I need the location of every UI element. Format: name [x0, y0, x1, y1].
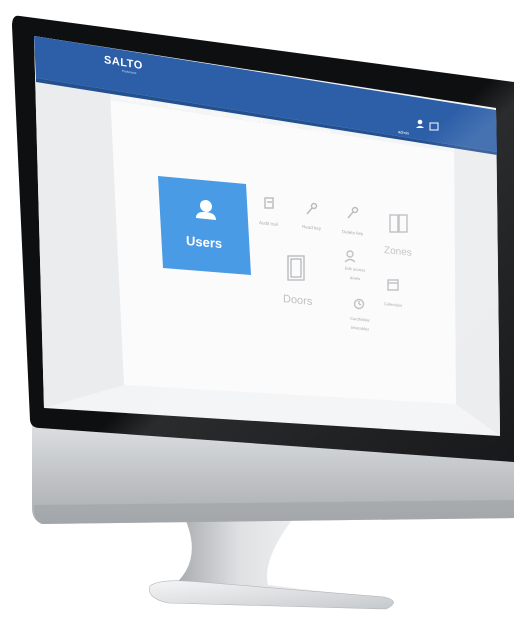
- imac-monitor-photo: [12, 14, 514, 610]
- cardholder-timetables-label[interactable]: Cardholder timetables: [350, 316, 370, 332]
- edit-access-levels-label[interactable]: Edit access levels: [345, 266, 365, 282]
- nav-item-monitoring[interactable]: Monitoring ▾: [242, 115, 267, 124]
- read-key-label[interactable]: Read key: [302, 224, 321, 231]
- nav-item-cardholders[interactable]: Cardholders ▾: [168, 103, 196, 113]
- stand-base: [149, 580, 394, 610]
- nav-item-system[interactable]: System ▾: [312, 127, 331, 135]
- delete-key-label[interactable]: Delete key: [342, 229, 363, 236]
- nav-item-access-points[interactable]: Access points ▾: [120, 95, 151, 105]
- users-tile-label[interactable]: Users: [186, 233, 222, 251]
- audit-trail-label[interactable]: Audit trail: [259, 220, 278, 227]
- nav-item-hotel[interactable]: Hotel ▾: [283, 122, 297, 129]
- calendars-label[interactable]: Calendars: [384, 301, 402, 308]
- zones-label[interactable]: Zones: [384, 245, 412, 259]
- header-user-name[interactable]: admin: [398, 129, 409, 136]
- nav-item-keys[interactable]: Keys ▾: [212, 110, 226, 117]
- doors-label[interactable]: Doors: [283, 293, 312, 308]
